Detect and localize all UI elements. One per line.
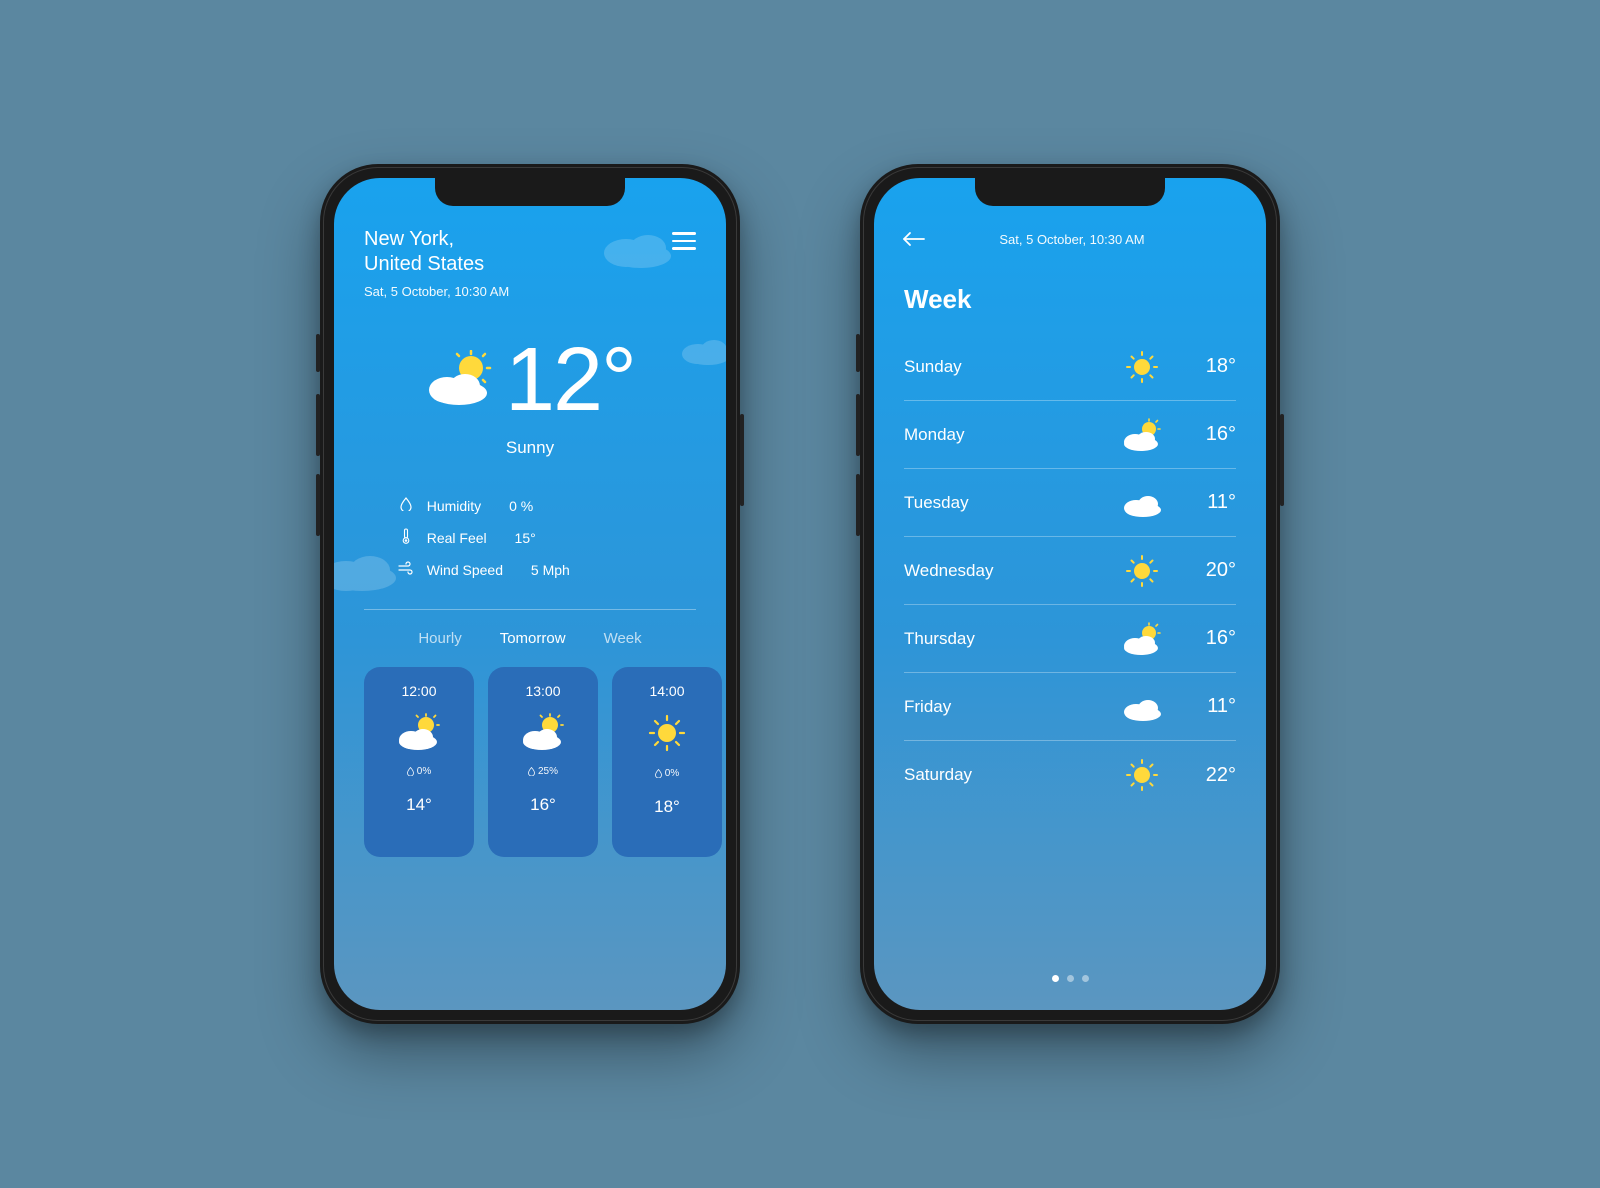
current-condition: Sunny (334, 438, 726, 458)
tab-hourly[interactable]: Hourly (418, 630, 461, 647)
day-name: Saturday (904, 765, 1112, 785)
location-block: New York, United States Sat, 5 October, … (364, 228, 509, 299)
week-row[interactable]: Monday 16° (904, 401, 1236, 469)
hour-temp: 14° (406, 795, 432, 815)
phone-device-left: New York, United States Sat, 5 October, … (320, 164, 740, 1024)
phone-notch (975, 176, 1165, 206)
day-temp: 22° (1172, 764, 1236, 787)
week-row[interactable]: Tuesday 11° (904, 469, 1236, 537)
week-row[interactable]: Thursday 16° (904, 605, 1236, 673)
menu-icon[interactable] (672, 232, 696, 250)
hour-temp: 16° (530, 795, 556, 815)
sunny-icon (1112, 758, 1172, 792)
day-name: Monday (904, 425, 1112, 445)
wind-value: 5 Mph (531, 562, 570, 578)
realfeel-value: 15° (515, 530, 536, 546)
back-arrow-icon[interactable] (902, 230, 926, 248)
wind-label: Wind Speed (427, 562, 503, 578)
day-name: Tuesday (904, 493, 1112, 513)
partly-cloudy-icon (1112, 622, 1172, 656)
hour-temp: 18° (654, 797, 680, 817)
hour-time: 12:00 (401, 683, 436, 699)
week-screen: Sat, 5 October, 10:30 AM Week Sunday 18°… (874, 178, 1266, 1010)
thermometer-icon (397, 528, 415, 547)
cloudy-icon (1112, 488, 1172, 518)
day-temp: 20° (1172, 559, 1236, 582)
divider (364, 609, 696, 610)
hourly-card[interactable]: 14:00 0% 18° (612, 667, 722, 857)
tab-tomorrow[interactable]: Tomorrow (500, 630, 566, 647)
wind-icon (397, 561, 415, 578)
day-name: Sunday (904, 357, 1112, 377)
day-temp: 16° (1172, 423, 1236, 446)
week-row[interactable]: Sunday 18° (904, 333, 1236, 401)
page-indicator[interactable] (874, 975, 1266, 982)
hour-humidity: 25% (528, 766, 558, 777)
week-row[interactable]: Wednesday 20° (904, 537, 1236, 605)
page-title: Week (904, 284, 1266, 315)
hourly-cards[interactable]: 12:00 0% 14° 13:00 25% 16° (334, 647, 726, 857)
week-list: Sunday 18° Monday 16° Tuesday 11° (874, 333, 1266, 809)
home-screen: New York, United States Sat, 5 October, … (334, 178, 726, 1010)
phone-device-right: Sat, 5 October, 10:30 AM Week Sunday 18°… (860, 164, 1280, 1024)
droplet-icon (397, 497, 415, 514)
day-temp: 18° (1172, 355, 1236, 378)
day-name: Wednesday (904, 561, 1112, 581)
header-datetime: Sat, 5 October, 10:30 AM (926, 232, 1238, 247)
hourly-card[interactable]: 13:00 25% 16° (488, 667, 598, 857)
partly-cloudy-icon (520, 713, 566, 756)
sunny-icon (1112, 350, 1172, 384)
realfeel-label: Real Feel (427, 530, 487, 546)
tab-week[interactable]: Week (604, 630, 642, 647)
day-name: Friday (904, 697, 1112, 717)
current-datetime: Sat, 5 October, 10:30 AM (364, 284, 509, 299)
location-city: New York, (364, 228, 509, 251)
pager-dot[interactable] (1067, 975, 1074, 982)
partly-cloudy-icon (425, 350, 495, 411)
hour-humidity: 0% (655, 768, 679, 779)
day-temp: 11° (1172, 491, 1236, 514)
cloudy-icon (1112, 692, 1172, 722)
metric-wind: Wind Speed 5 Mph (397, 554, 664, 585)
partly-cloudy-icon (1112, 418, 1172, 452)
metric-humidity: Humidity 0 % (397, 490, 664, 521)
partly-cloudy-icon (396, 713, 442, 756)
metric-realfeel: Real Feel 15° (397, 521, 664, 554)
phone-notch (435, 176, 625, 206)
hour-humidity: 0% (407, 766, 431, 777)
day-temp: 16° (1172, 627, 1236, 650)
humidity-label: Humidity (427, 498, 481, 514)
hour-time: 13:00 (525, 683, 560, 699)
day-temp: 11° (1172, 695, 1236, 718)
location-country: United States (364, 253, 509, 276)
sunny-icon (647, 713, 687, 758)
week-row[interactable]: Friday 11° (904, 673, 1236, 741)
hour-time: 14:00 (649, 683, 684, 699)
current-temperature: 12° (505, 329, 635, 432)
metrics-block: Humidity 0 % Real Feel 15° Wind Speed 5 … (397, 490, 664, 585)
day-name: Thursday (904, 629, 1112, 649)
sunny-icon (1112, 554, 1172, 588)
week-row[interactable]: Saturday 22° (904, 741, 1236, 809)
hourly-card[interactable]: 12:00 0% 14° (364, 667, 474, 857)
humidity-value: 0 % (509, 498, 533, 514)
pager-dot[interactable] (1082, 975, 1089, 982)
pager-dot[interactable] (1052, 975, 1059, 982)
